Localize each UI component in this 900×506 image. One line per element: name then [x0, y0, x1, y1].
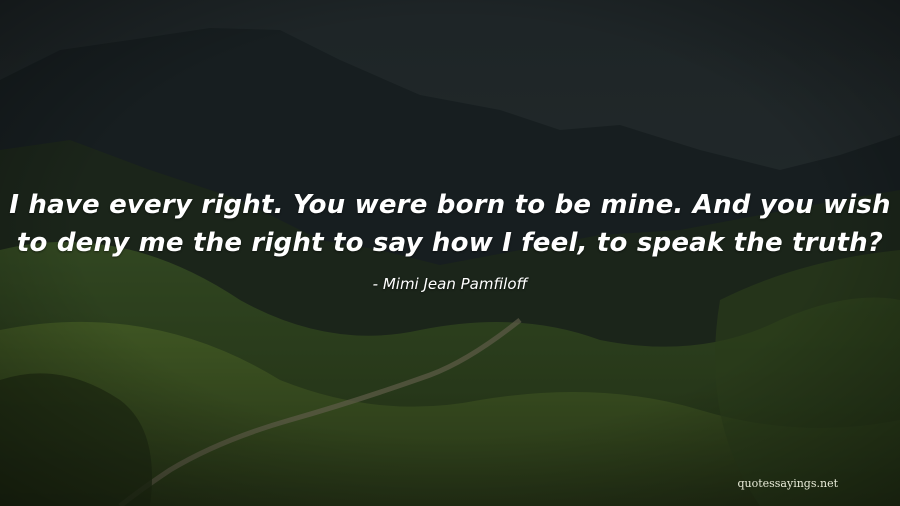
site-watermark: quotessayings.net — [737, 477, 838, 490]
quote-line-1: I have every right. You were born to be … — [9, 190, 891, 220]
quote-text: I have every right. You were born to be … — [0, 186, 900, 262]
quote-image: I have every right. You were born to be … — [0, 0, 900, 506]
quote-line-2: to deny me the right to say how I feel, … — [16, 228, 884, 258]
quote-author: - Mimi Jean Pamfiloff — [372, 275, 528, 293]
